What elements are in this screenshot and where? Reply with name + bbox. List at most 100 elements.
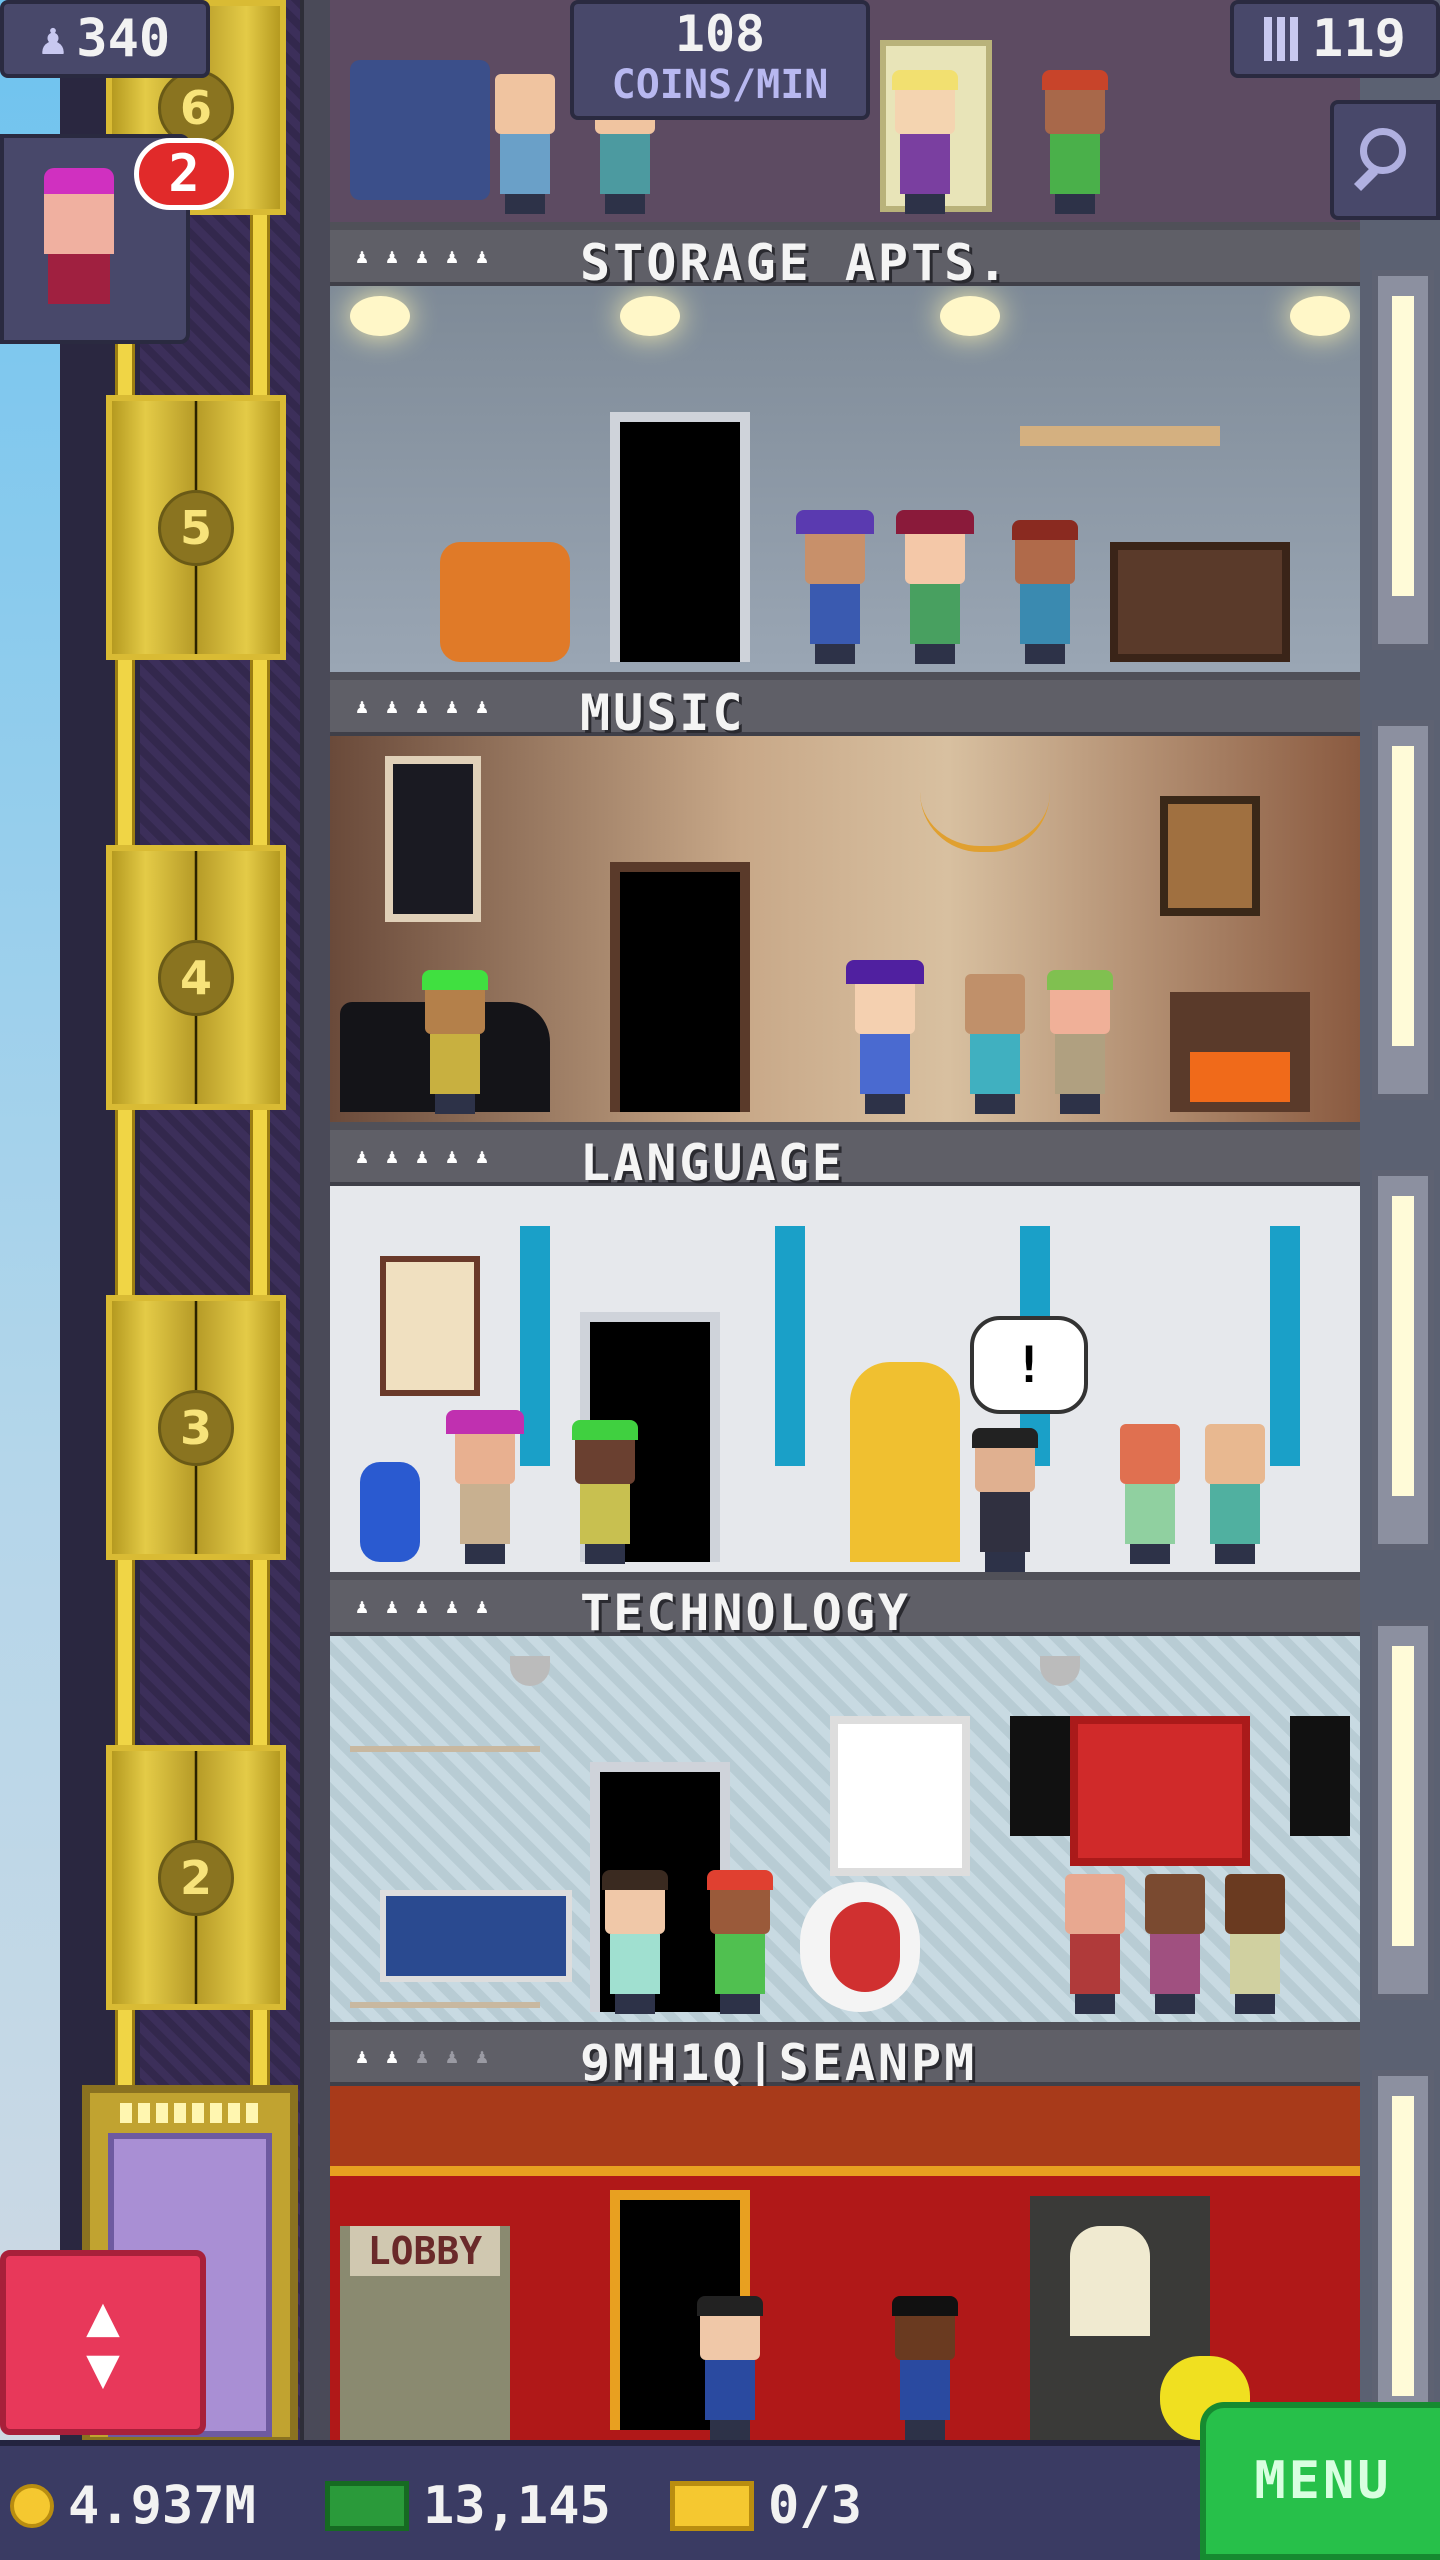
speaker	[1290, 1716, 1350, 1836]
elevator-door[interactable]: 5	[106, 395, 286, 660]
person-icon: ♟	[385, 1144, 399, 1168]
population-counter[interactable]: ♟ 340	[0, 0, 210, 78]
bitizen[interactable]	[1045, 970, 1115, 1114]
bitizen[interactable]	[1140, 1874, 1210, 2014]
visitor-avatar	[34, 168, 124, 318]
floor-number: 3	[158, 1389, 234, 1466]
person-icon: ♟	[355, 244, 369, 268]
bux-display[interactable]: 13,145	[325, 2476, 611, 2536]
ceiling-light	[620, 296, 680, 336]
floor-header: ♟ ♟ ♟ ♟ ♟ LANGUAGE	[330, 1130, 1360, 1192]
elevator-door[interactable]: 3	[106, 1295, 286, 1560]
bitizen[interactable]	[960, 974, 1030, 1114]
speech-bubble: !	[970, 1316, 1088, 1414]
ceiling-lamp	[1040, 1656, 1080, 1686]
shelf	[1020, 426, 1220, 446]
building-window	[1372, 2070, 1434, 2450]
floor-room: !	[330, 1186, 1360, 1580]
bitizen[interactable]	[896, 510, 974, 664]
floor-header: ♟ ♟ ♟ ♟ ♟ 9MH1Q|SEANPM	[330, 2030, 1360, 2092]
person-icon: ♟	[475, 244, 489, 268]
building-window	[1372, 1620, 1434, 2000]
building-icon	[1264, 17, 1303, 61]
person-icon: ♟	[475, 1144, 489, 1168]
coins-display[interactable]: 4.937M	[10, 2476, 256, 2536]
person-icon: ♟	[415, 244, 429, 268]
elevator-door[interactable]: 2	[106, 1745, 286, 2010]
ceiling-light	[940, 296, 1000, 336]
floor-language[interactable]: ♟ ♟ ♟ ♟ ♟ LANGUAGE !	[330, 1130, 1360, 1580]
tickets-value: 0/3	[768, 2476, 862, 2536]
vase	[360, 1462, 420, 1562]
person-icon: ♟	[445, 244, 459, 268]
bitizen[interactable]	[600, 1870, 670, 2014]
visitor-count-badge: 2	[134, 138, 234, 210]
bitizen[interactable]	[890, 70, 960, 214]
building-window	[1372, 270, 1434, 650]
floor-room	[330, 286, 1360, 680]
search-icon	[1360, 128, 1406, 174]
bitizen[interactable]	[705, 1870, 775, 2014]
search-button[interactable]	[1330, 100, 1440, 220]
bitizen[interactable]	[890, 2296, 960, 2440]
wooden-beams	[330, 2086, 1360, 2176]
room-door	[610, 862, 750, 1112]
coins-rate-panel: 108 COINS/MIN	[570, 0, 870, 120]
elevator-control-button[interactable]: ▲ ▼	[0, 2250, 206, 2435]
hieroglyph-scroll	[380, 1256, 480, 1396]
tickets-display[interactable]: 0/3	[670, 2476, 862, 2536]
person-icon: ♟	[415, 1144, 429, 1168]
floor-name: MUSIC	[580, 684, 746, 742]
elevator-door[interactable]: 4	[106, 845, 286, 1110]
floor-technology[interactable]: ♟ ♟ ♟ ♟ ♟ TECHNOLOGY	[330, 1580, 1360, 2030]
bitizen[interactable]	[796, 510, 874, 664]
person-icon: ♟	[385, 2044, 399, 2068]
floor-stars: ♟ ♟ ♟ ♟ ♟	[352, 2042, 492, 2070]
floor-storage-apts[interactable]: ♟ ♟ ♟ ♟ ♟ STORAGE APTS.	[330, 230, 1360, 680]
person-icon: ♟	[39, 13, 67, 65]
floor-number: 5	[158, 489, 234, 566]
column	[775, 1226, 805, 1466]
floor-lobby[interactable]: ♟ ♟ ♟ ♟ ♟ 9MH1Q|SEANPM LOBBY	[330, 2030, 1360, 2440]
bitizen[interactable]	[1200, 1424, 1270, 1564]
coins-value: 4.937M	[68, 2476, 256, 2536]
floor-music[interactable]: ♟ ♟ ♟ ♟ ♟ MUSIC	[330, 680, 1360, 1130]
population-value: 340	[76, 9, 171, 69]
search-icon-handle	[1353, 166, 1379, 192]
bitizen[interactable]	[446, 1410, 524, 1564]
painting	[1160, 796, 1260, 916]
bitizen[interactable]	[570, 1420, 640, 1564]
bitizen[interactable]	[846, 960, 924, 1114]
ceiling-light	[350, 296, 410, 336]
ceiling-light	[1290, 296, 1350, 336]
floor-stars: ♟ ♟ ♟ ♟ ♟	[352, 1592, 492, 1620]
coins-rate-value: 108	[674, 5, 766, 63]
floor-counter[interactable]: 119	[1230, 0, 1440, 78]
visitor-button[interactable]: 2	[0, 134, 234, 344]
bitizen[interactable]	[1040, 70, 1110, 214]
down-arrow-icon: ▼	[86, 2335, 120, 2401]
bitizen[interactable]	[490, 74, 560, 214]
elevator-shaft	[60, 0, 350, 2440]
fireplace	[1170, 992, 1310, 1112]
person-icon: ♟	[385, 244, 399, 268]
up-arrow-icon: ▲	[86, 2283, 120, 2349]
horse-statue	[1070, 2226, 1150, 2336]
building-window	[1372, 1170, 1434, 1550]
person-icon: ♟	[445, 694, 459, 718]
bitizen[interactable]	[1010, 520, 1080, 664]
bitizen[interactable]	[420, 970, 490, 1114]
lobby-sign: LOBBY	[350, 2226, 500, 2276]
bitizen[interactable]	[970, 1428, 1040, 1572]
menu-button[interactable]: MENU	[1200, 2402, 1440, 2560]
bitizen[interactable]	[1220, 1874, 1290, 2014]
chandelier	[920, 776, 1050, 852]
bitizen[interactable]	[695, 2296, 765, 2440]
bitizen[interactable]	[1060, 1874, 1130, 2014]
person-icon: ♟	[385, 1594, 399, 1618]
floor-number: 2	[158, 1839, 234, 1916]
bitizen[interactable]	[1115, 1424, 1185, 1564]
armchair	[350, 60, 490, 200]
floor-name: 9MH1Q|SEANPM	[580, 2034, 978, 2092]
floor-stars: ♟ ♟ ♟ ♟ ♟	[352, 692, 492, 720]
